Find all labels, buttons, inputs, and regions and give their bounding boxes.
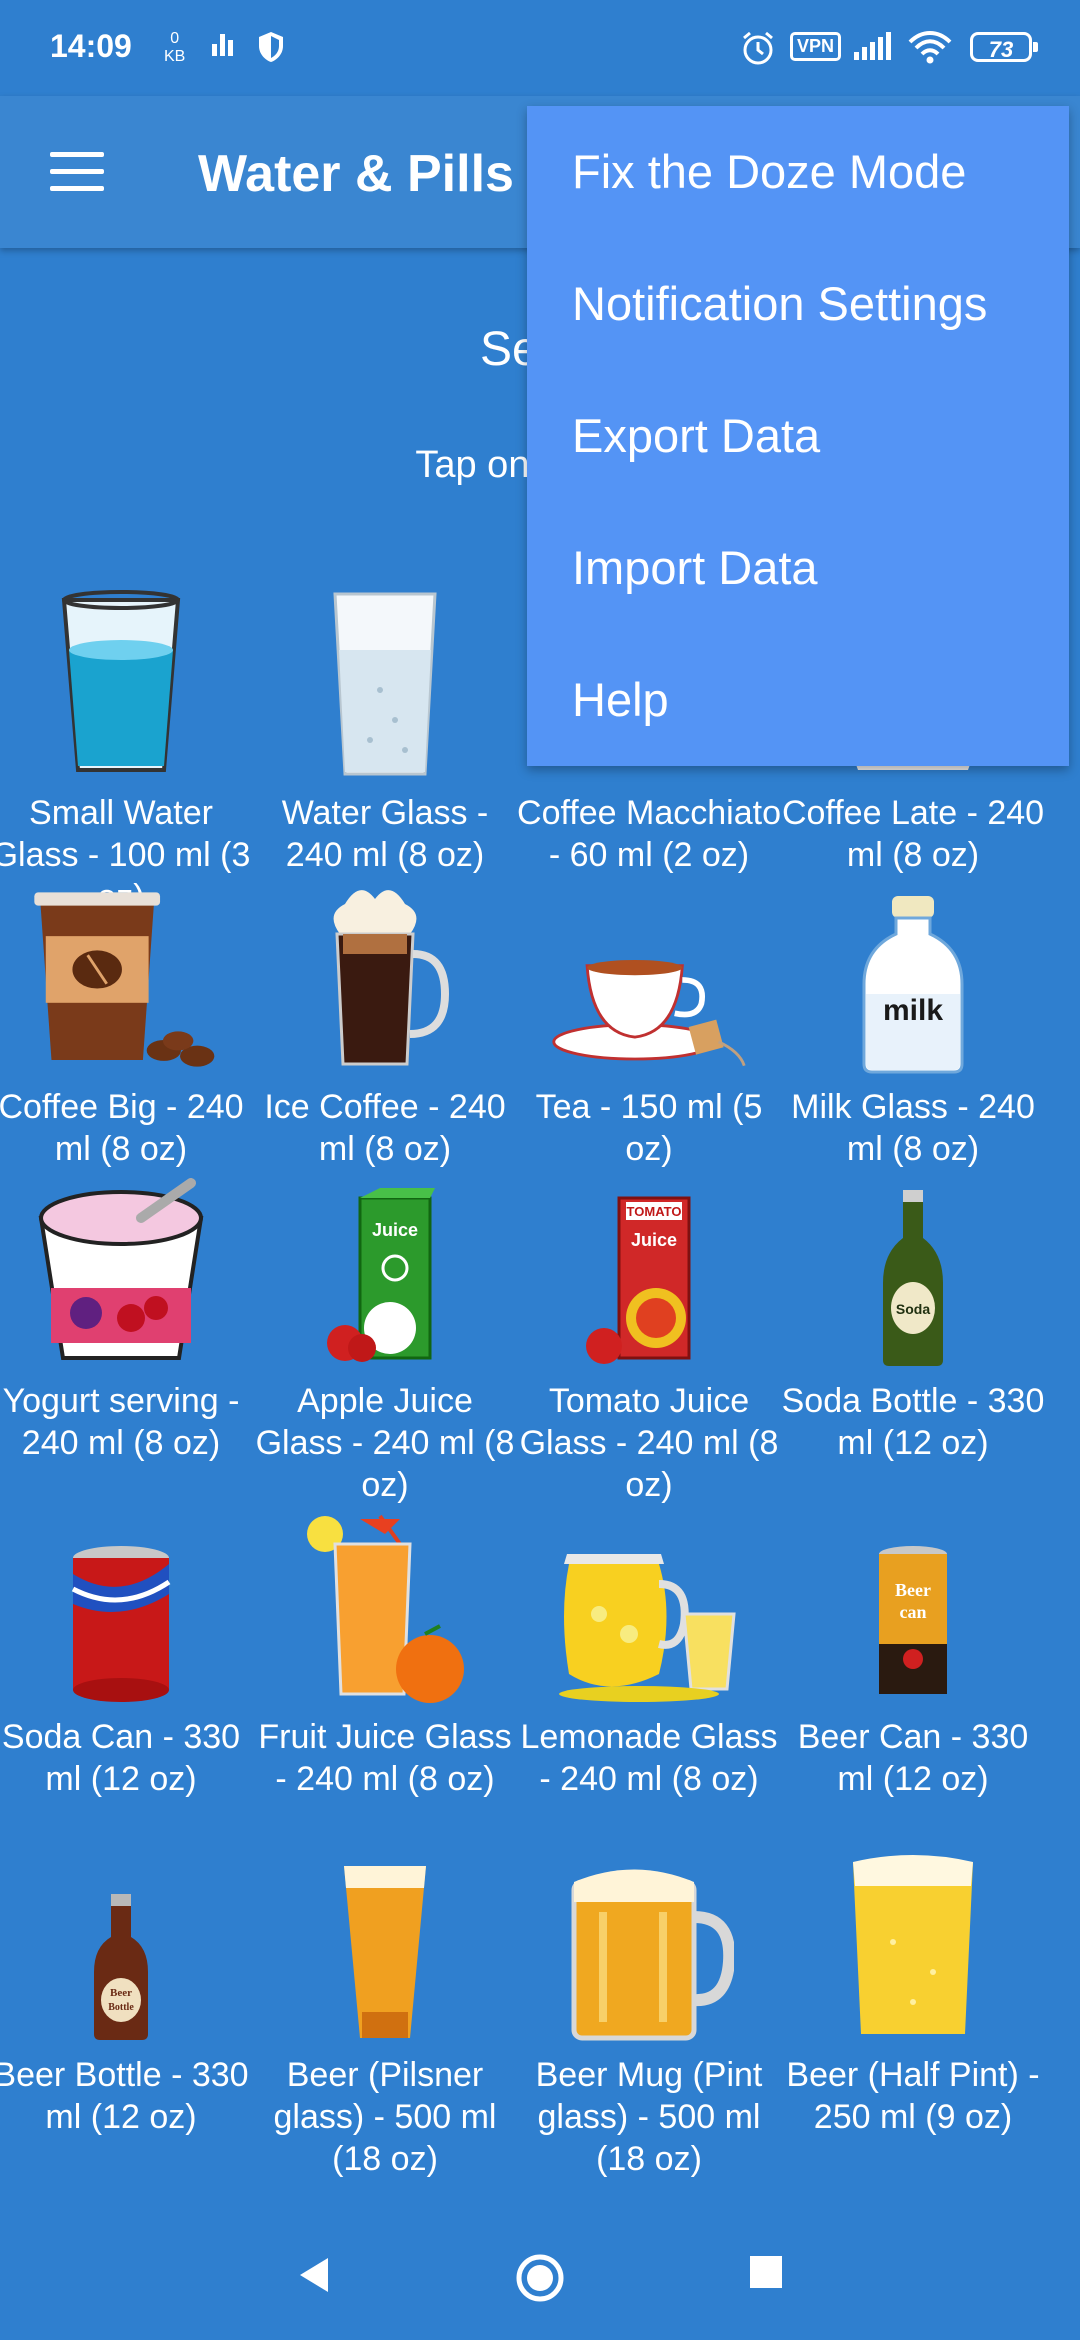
home-icon[interactable] — [514, 2252, 566, 2304]
beer-bottle-text-2: Bottle — [108, 2002, 134, 2013]
juice-label-text: Juice — [631, 1230, 677, 1250]
menu-item-notification-settings[interactable]: Notification Settings — [527, 238, 1069, 370]
small-water-glass-icon — [21, 590, 221, 780]
navigation-bar — [0, 2210, 1080, 2340]
drink-label: Fruit Juice Glass - 240 ml (8 oz) — [258, 1718, 512, 1798]
drink-label: Apple Juice Glass - 240 ml (8 oz) — [255, 1382, 515, 1504]
half-pint-beer-icon — [813, 1852, 1013, 2042]
drink-label: Tea - 150 ml (5 oz) — [535, 1088, 763, 1168]
beer-bottle-icon: Beer Bottle — [21, 1852, 221, 2042]
coffee-big-icon — [21, 884, 221, 1074]
drink-item[interactable]: Water Glass - 240 ml (8 oz) — [253, 590, 517, 876]
drink-label: Soda Can - 330 ml (12 oz) — [1, 1718, 241, 1798]
menu-item-fix-doze-mode[interactable]: Fix the Doze Mode — [527, 106, 1069, 238]
drink-item[interactable]: Small Water Glass - 100 ml (3 oz) — [0, 590, 253, 918]
drink-label: Beer Bottle - 330 ml (12 oz) — [0, 2056, 249, 2136]
drink-item[interactable]: Beer can Beer Can - 330 ml (12 oz) — [781, 1514, 1045, 1800]
drink-item[interactable]: Fruit Juice Glass - 240 ml (8 oz) — [253, 1514, 517, 1800]
drink-item[interactable]: Beer (Half Pint) - 250 ml (9 oz) — [781, 1852, 1045, 2138]
drink-item[interactable]: Yogurt serving - 240 ml (8 oz) — [0, 1178, 253, 1464]
drink-item[interactable]: Beer (Pilsner glass) - 500 ml (18 oz) — [253, 1852, 517, 2180]
soda-can-icon — [21, 1514, 221, 1704]
drink-item[interactable]: Juice Apple Juice Glass - 240 ml (8 oz) — [253, 1178, 517, 1506]
drink-item[interactable]: Ice Coffee - 240 ml (8 oz) — [253, 884, 517, 1170]
water-glass-icon — [285, 590, 485, 780]
drink-item[interactable]: Lemonade Glass - 240 ml (8 oz) — [517, 1514, 781, 1800]
drink-item[interactable]: Beer Bottle Beer Bottle - 330 ml (12 oz) — [0, 1852, 253, 2138]
drink-label: Yogurt serving - 240 ml (8 oz) — [2, 1382, 240, 1462]
recents-icon[interactable] — [746, 2252, 786, 2292]
drink-item[interactable]: Soda Can - 330 ml (12 oz) — [0, 1514, 253, 1800]
apple-juice-box-icon: Juice — [285, 1178, 485, 1368]
drink-label: Coffee Late - 240 ml (8 oz) — [781, 794, 1045, 874]
drink-label: Coffee Big - 240 ml (8 oz) — [0, 1088, 244, 1168]
drink-item[interactable]: Tea - 150 ml (5 oz) — [517, 884, 781, 1170]
drink-item[interactable]: Soda Soda Bottle - 330 ml (12 oz) — [781, 1178, 1045, 1464]
back-icon[interactable] — [292, 2252, 338, 2298]
tea-cup-icon — [549, 884, 749, 1074]
drink-label: Beer (Pilsner glass) - 500 ml (18 oz) — [273, 2056, 497, 2178]
juice-label-text: Juice — [372, 1220, 418, 1240]
drink-label: Milk Glass - 240 ml (8 oz) — [791, 1088, 1035, 1168]
lemonade-pitcher-icon — [549, 1514, 749, 1704]
menu-item-export-data[interactable]: Export Data — [527, 370, 1069, 502]
drink-label: Beer Mug (Pint glass) - 500 ml (18 oz) — [535, 2056, 763, 2178]
tomato-label-text: TOMATO — [627, 1204, 682, 1219]
beer-can-text: Beer — [895, 1580, 931, 1600]
drink-item[interactable]: TOMATO Juice Tomato Juice Glass - 240 ml… — [517, 1178, 781, 1506]
yogurt-icon — [21, 1178, 221, 1368]
beer-bottle-text: Beer — [110, 1987, 132, 1999]
tomato-juice-box-icon: TOMATO Juice — [549, 1178, 749, 1368]
drink-item[interactable]: Coffee Big - 240 ml (8 oz) — [0, 884, 253, 1170]
drink-label: Lemonade Glass - 240 ml (8 oz) — [520, 1718, 778, 1798]
menu-item-import-data[interactable]: Import Data — [527, 502, 1069, 634]
soda-bottle-icon: Soda — [813, 1178, 1013, 1368]
menu-item-help[interactable]: Help — [527, 634, 1069, 766]
drink-label: Coffee Macchiato - 60 ml (2 oz) — [517, 794, 781, 874]
soda-label-text: Soda — [896, 1301, 930, 1317]
overflow-menu: Fix the Doze Mode Notification Settings … — [527, 106, 1069, 766]
milk-label-text: milk — [883, 994, 943, 1027]
drink-label: Soda Bottle - 330 ml (12 oz) — [781, 1382, 1045, 1462]
beer-can-text-2: can — [900, 1602, 927, 1622]
fruit-juice-glass-icon — [285, 1514, 485, 1704]
drink-label: Beer Can - 330 ml (12 oz) — [797, 1718, 1029, 1798]
drink-item[interactable]: Beer Mug (Pint glass) - 500 ml (18 oz) — [517, 1852, 781, 2180]
drink-label: Beer (Half Pint) - 250 ml (9 oz) — [786, 2056, 1040, 2136]
beer-can-icon: Beer can — [813, 1514, 1013, 1704]
drink-label: Tomato Juice Glass - 240 ml (8 oz) — [519, 1382, 779, 1504]
beer-mug-icon — [549, 1852, 749, 2042]
pilsner-glass-icon — [285, 1852, 485, 2042]
milk-bottle-icon: milk — [813, 884, 1013, 1074]
drink-label: Water Glass - 240 ml (8 oz) — [281, 794, 489, 874]
drink-item[interactable]: milk Milk Glass - 240 ml (8 oz) — [781, 884, 1045, 1170]
drink-label: Ice Coffee - 240 ml (8 oz) — [264, 1088, 506, 1168]
ice-coffee-icon — [285, 884, 485, 1074]
